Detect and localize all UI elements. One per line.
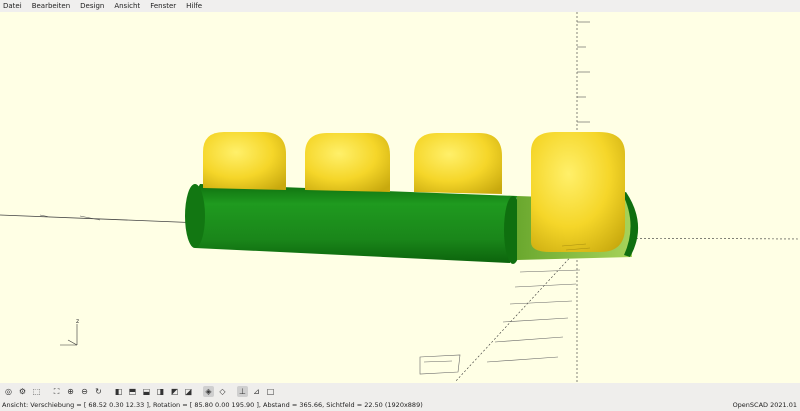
show-scale-icon[interactable]: ⊿ xyxy=(251,386,262,397)
status-bar: Ansicht: Verschiebung = [ 68.52 0.30 12.… xyxy=(0,400,800,411)
separator xyxy=(196,386,200,397)
zoom-out-icon[interactable]: ⊖ xyxy=(79,386,90,397)
view-back-icon[interactable]: ◪ xyxy=(183,386,194,397)
zoom-in-icon[interactable]: ⊕ xyxy=(65,386,76,397)
preview-icon[interactable]: ◎ xyxy=(3,386,14,397)
viewport-canvas: z xyxy=(0,12,800,382)
axis-label-z: z xyxy=(76,318,79,325)
status-view-info: Ansicht: Verschiebung = [ 68.52 0.30 12.… xyxy=(2,401,423,409)
menu-bar: Datei Bearbeiten Design Ansicht Fenster … xyxy=(0,0,800,12)
menu-design[interactable]: Design xyxy=(75,0,109,12)
view-bottom-icon[interactable]: ⬓ xyxy=(141,386,152,397)
view-front-icon[interactable]: ◩ xyxy=(169,386,180,397)
show-edges-icon[interactable]: □ xyxy=(265,386,276,397)
reset-view-icon[interactable]: ↻ xyxy=(93,386,104,397)
view-top-icon[interactable]: ⬒ xyxy=(127,386,138,397)
separator xyxy=(106,386,110,397)
menu-ansicht[interactable]: Ansicht xyxy=(109,0,145,12)
separator xyxy=(230,386,234,397)
separator xyxy=(44,386,48,397)
export-stl-icon[interactable]: ⬚ xyxy=(31,386,42,397)
show-axes-icon[interactable]: ⊥ xyxy=(237,386,248,397)
perspective-icon[interactable]: ◈ xyxy=(203,386,214,397)
render-icon[interactable]: ⚙ xyxy=(17,386,28,397)
menu-bearbeiten[interactable]: Bearbeiten xyxy=(27,0,75,12)
3d-viewport[interactable]: z xyxy=(0,12,800,382)
view-left-icon[interactable]: ◨ xyxy=(155,386,166,397)
view-all-icon[interactable]: ⛶ xyxy=(51,386,62,397)
status-version: OpenSCAD 2021.01 xyxy=(732,401,797,409)
scale-ticks-y xyxy=(419,269,581,375)
axis-gizmo xyxy=(60,324,78,346)
orthogonal-icon[interactable]: ◇ xyxy=(217,386,228,397)
menu-fenster[interactable]: Fenster xyxy=(145,0,181,12)
menu-hilfe[interactable]: Hilfe xyxy=(181,0,207,12)
bottom-toolbar: ◎ ⚙ ⬚ ⛶ ⊕ ⊖ ↻ ◧ ⬒ ⬓ ◨ ◩ ◪ ◈ ◇ ⊥ ⊿ □ xyxy=(0,383,800,400)
view-right-icon[interactable]: ◧ xyxy=(113,386,124,397)
menu-datei[interactable]: Datei xyxy=(0,0,27,12)
green-cylinder xyxy=(185,184,522,264)
